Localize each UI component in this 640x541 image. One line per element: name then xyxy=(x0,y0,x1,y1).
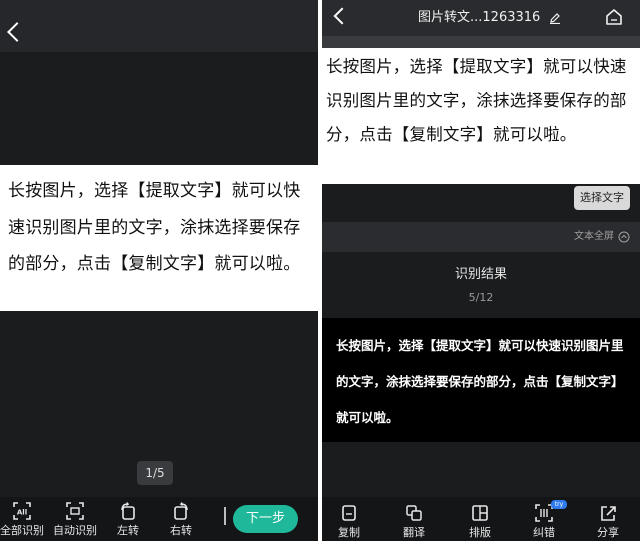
try-badge: try xyxy=(551,500,567,509)
fullscreen-label: 文本全屏 xyxy=(574,231,614,242)
image-text: 长按图片，选择【提取文字】就可以快速识别图片里的文字，涂抹选择要保存的部分，点击… xyxy=(326,57,627,144)
back-chevron-icon[interactable] xyxy=(7,22,27,42)
copy-button[interactable]: 复制 xyxy=(323,503,375,541)
share-label: 分享 xyxy=(597,526,619,539)
next-step-button[interactable]: 下一步 xyxy=(233,505,298,533)
image-preview[interactable]: 长按图片，选择【提取文字】就可以快速识别图片里的文字，涂抹选择要保存的部分，点击… xyxy=(0,165,318,311)
left-screen: 长按图片，选择【提取文字】就可以快速识别图片里的文字，涂抹选择要保存的部分，点击… xyxy=(0,0,318,541)
svg-text:All: All xyxy=(17,509,27,517)
page-indicator: 1/5 xyxy=(137,461,173,485)
auto-recognize-label: 自动识别 xyxy=(53,524,97,537)
share-icon xyxy=(601,506,616,521)
document-title: 图片转文...1263316 xyxy=(418,10,541,25)
translate-button[interactable]: 翻译 xyxy=(388,503,440,541)
auto-recognize-icon xyxy=(66,502,84,520)
all-recognize-button[interactable]: All 全部识别 xyxy=(0,501,50,541)
result-text-box[interactable]: 长按图片，选择【提取文字】就可以快速识别图片里的文字，涂抹选择要保存的部分，点击… xyxy=(322,318,640,442)
result-title: 识别结果 xyxy=(454,267,507,282)
result-text: 长按图片，选择【提取文字】就可以快速识别图片里的文字，涂抹选择要保存的部分，点击… xyxy=(336,338,624,425)
all-recognize-label: 全部识别 xyxy=(0,524,44,537)
rotate-right-label: 右转 xyxy=(170,524,192,537)
translate-label: 翻译 xyxy=(403,526,425,539)
right-screen: 图片转文...1263316 长按图片，选择【提取文字】就可以快速识别图片里的文… xyxy=(322,0,640,541)
image-preview[interactable]: 长按图片，选择【提取文字】就可以快速识别图片里的文字，涂抹选择要保存的部分，点击… xyxy=(322,48,640,184)
layout-button[interactable]: 排版 xyxy=(454,503,506,541)
image-top-band xyxy=(322,36,640,48)
edit-pencil-icon[interactable] xyxy=(549,12,561,24)
top-bar: 图片转文...1263316 xyxy=(322,0,640,36)
translate-icon xyxy=(406,505,422,521)
top-bar xyxy=(0,0,318,52)
layout-label: 排版 xyxy=(469,526,491,539)
rotate-right-button[interactable]: 右转 xyxy=(153,501,209,541)
auto-recognize-button[interactable]: 自动识别 xyxy=(47,501,103,541)
share-button[interactable]: 分享 xyxy=(582,503,634,541)
layout-icon xyxy=(472,505,488,521)
rotate-left-button[interactable]: 左转 xyxy=(100,501,156,541)
image-text: 长按图片，选择【提取文字】就可以快速识别图片里的文字，涂抹选择要保存的部分，点击… xyxy=(8,181,301,274)
select-text-button[interactable]: 选择文字 xyxy=(574,186,630,210)
chevron-up-circle-icon[interactable] xyxy=(618,231,630,243)
correct-label: 纠错 xyxy=(533,526,555,539)
fullscreen-bar[interactable]: 文本全屏 xyxy=(322,222,640,252)
more-tools-edge xyxy=(224,507,226,525)
back-chevron-icon[interactable] xyxy=(333,7,351,25)
rotate-right-icon xyxy=(174,502,188,520)
rotate-left-label: 左转 xyxy=(117,524,139,537)
copy-label: 复制 xyxy=(338,526,360,539)
copy-icon xyxy=(342,505,356,521)
result-count: 5/12 xyxy=(468,291,494,304)
home-icon[interactable] xyxy=(605,8,623,26)
rotate-left-icon xyxy=(121,502,135,520)
bottom-toolbar: 复制 翻译 排版 纠错 分享 xyxy=(322,497,640,541)
all-recognize-icon: All xyxy=(13,502,31,520)
